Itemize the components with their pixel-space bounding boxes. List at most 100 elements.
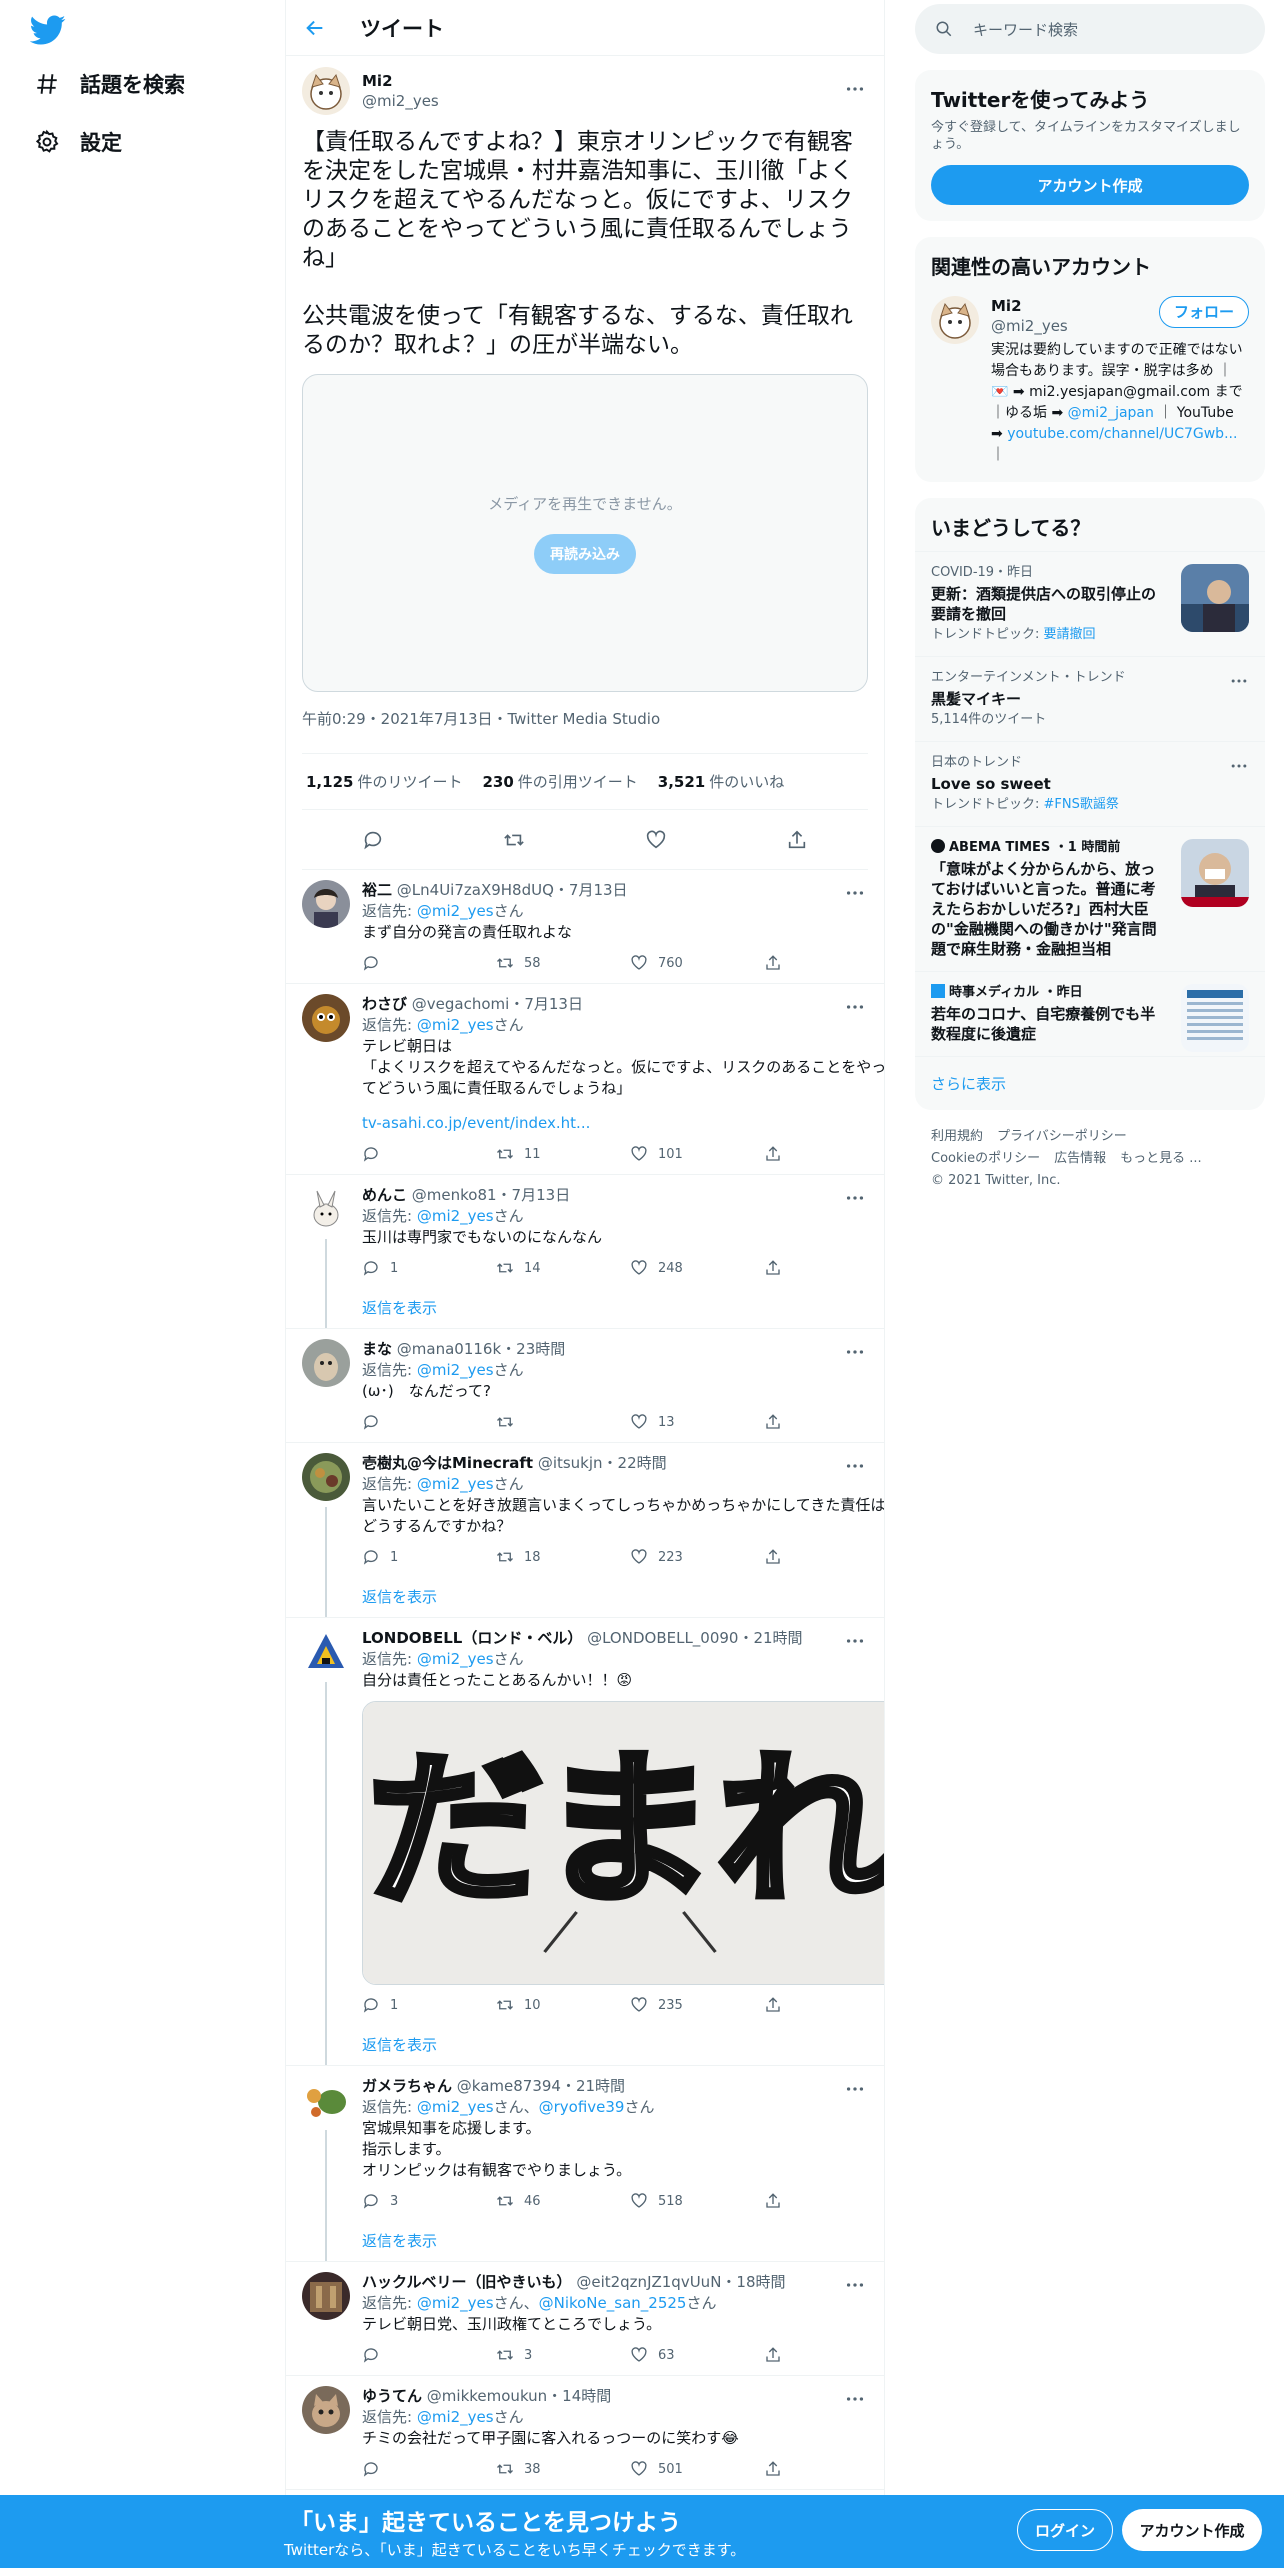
- reply-tweet[interactable]: ハックルベリー（旧やきいも） @eit2qznJZ1qvUuN・18時間 返信先:…: [286, 2262, 884, 2376]
- like-icon[interactable]: [630, 1996, 648, 2014]
- nav-settings[interactable]: 設定: [34, 117, 122, 167]
- like-button[interactable]: 501: [630, 2459, 764, 2480]
- reply-to-mention[interactable]: @mi2_yes: [417, 1475, 494, 1493]
- avatar[interactable]: [302, 880, 350, 928]
- bio-link-account[interactable]: @mi2_japan: [1068, 405, 1154, 421]
- like-icon[interactable]: [630, 954, 648, 972]
- retweet-button[interactable]: 58: [496, 953, 630, 974]
- more-options-icon[interactable]: [844, 2388, 866, 2410]
- trend-item[interactable]: エンターテインメント・トレンド 黒髪マイキー 5,114件のツイート: [915, 657, 1265, 742]
- reply-to-mention[interactable]: @mi2_yes: [417, 1016, 494, 1034]
- like-button[interactable]: 63: [630, 2345, 764, 2366]
- reply-tweet[interactable]: わさび @vegachomi・7月13日 返信先: @mi2_yesさん テレビ朝日…: [286, 984, 884, 1175]
- reply-button[interactable]: [362, 2346, 496, 2364]
- reply-button[interactable]: [362, 2460, 496, 2478]
- like-button[interactable]: 13: [630, 1412, 764, 1433]
- like-button[interactable]: 760: [630, 953, 764, 974]
- share-button[interactable]: [764, 1145, 884, 1163]
- avatar[interactable]: [302, 1339, 350, 1387]
- like-icon[interactable]: [630, 1548, 648, 1566]
- share-button[interactable]: [764, 1548, 884, 1566]
- avatar[interactable]: [302, 1185, 350, 1233]
- reply-author-name[interactable]: ハックルベリー（旧やきいも）: [362, 2273, 572, 2291]
- trend-item[interactable]: COVID-19・昨日 更新：酒類提供店への取引停止の要請を撤回 トレンドトピッ…: [915, 552, 1265, 657]
- like-button[interactable]: 235: [630, 1995, 764, 2016]
- retweet-button[interactable]: 10: [496, 1995, 630, 2016]
- reply-tweet[interactable]: 裕二 @Ln4Ui7zaX9H8dUQ・7月13日 返信先: @mi2_yesさん…: [286, 870, 884, 984]
- like-icon[interactable]: [630, 1413, 648, 1431]
- reply-author-handle[interactable]: @eit2qznJZ1qvUuN・18時間: [576, 2273, 785, 2291]
- avatar[interactable]: [302, 1628, 350, 1676]
- reply-button[interactable]: 1: [362, 1258, 496, 1279]
- like-icon[interactable]: [630, 2346, 648, 2364]
- reply-tweet[interactable]: 壱樹丸@今はMinecraft @itsukjn・22時間 返信先: @mi2_y…: [286, 1443, 884, 1618]
- reply-tweet[interactable]: ガメラちゃん @kame87394・21時間 返信先: @mi2_yesさん、@r…: [286, 2066, 884, 2262]
- cookie-link[interactable]: Cookieのポリシー: [931, 1151, 1040, 1166]
- more-options-icon[interactable]: [1229, 671, 1249, 691]
- like-button[interactable]: 223: [630, 1547, 764, 1568]
- retweet-button[interactable]: 3: [496, 2345, 630, 2366]
- media-player[interactable]: メディアを再生できません。 再読み込み: [302, 374, 868, 692]
- share-icon[interactable]: [764, 1548, 782, 1566]
- more-options-icon[interactable]: [844, 1455, 866, 1477]
- reply-button[interactable]: 3: [362, 2191, 496, 2212]
- trend-item[interactable]: ABEMA TIMES ・1 時間前 「意味がよく分からんから、放っておけばいい…: [915, 827, 1265, 972]
- search-box[interactable]: キーワード検索: [915, 4, 1265, 54]
- reply-author-handle[interactable]: @mana0116k・23時間: [397, 1340, 565, 1358]
- retweet-button[interactable]: 14: [496, 1258, 630, 1279]
- retweet-icon[interactable]: [496, 1996, 514, 2014]
- more-options-icon[interactable]: [844, 1187, 866, 1209]
- reply-author-name[interactable]: めんこ: [362, 1186, 407, 1204]
- avatar[interactable]: [302, 67, 350, 115]
- avatar[interactable]: [302, 1453, 350, 1501]
- reply-icon[interactable]: [362, 1996, 380, 2014]
- show-replies-link[interactable]: 返信を表示: [362, 2025, 884, 2065]
- more-options-icon[interactable]: [844, 1630, 866, 1652]
- reply-author-name[interactable]: LONDOBELL（ロンド・ベル）: [362, 1629, 582, 1647]
- share-button[interactable]: [764, 1996, 884, 2014]
- bottom-create-account-button[interactable]: アカウント作成: [1122, 2509, 1262, 2551]
- likes-stat[interactable]: 3,521 件のいいね: [658, 771, 784, 792]
- create-account-button[interactable]: アカウント作成: [931, 165, 1249, 205]
- share-icon[interactable]: [764, 1145, 782, 1163]
- reply-icon[interactable]: [362, 2192, 380, 2210]
- reply-tweet[interactable]: LONDOBELL（ロンド・ベル） @LONDOBELL_0090・21時間 返信…: [286, 1618, 884, 2066]
- reply-author-handle[interactable]: @itsukjn・22時間: [538, 1454, 667, 1472]
- avatar[interactable]: [302, 2076, 350, 2124]
- retweet-icon[interactable]: [496, 2192, 514, 2210]
- like-button[interactable]: 101: [630, 1144, 764, 1165]
- more-options-icon[interactable]: [844, 882, 866, 904]
- reply-author-handle[interactable]: @kame87394・21時間: [457, 2077, 625, 2095]
- avatar[interactable]: [302, 2386, 350, 2434]
- share-button[interactable]: [764, 2460, 884, 2478]
- reply-image[interactable]: だまれ: [362, 1701, 884, 1985]
- share-button[interactable]: [764, 954, 884, 972]
- reply-to-mention[interactable]: @mi2_yes: [417, 2098, 494, 2116]
- retweets-stat[interactable]: 1,125 件のリツイート: [306, 771, 462, 792]
- nav-explore[interactable]: 話題を検索: [34, 59, 185, 109]
- avatar[interactable]: [931, 296, 979, 344]
- search-input[interactable]: キーワード検索: [973, 19, 1078, 40]
- reply-author-name[interactable]: ガメラちゃん: [362, 2077, 452, 2095]
- trend-item[interactable]: 時事メディカル ・昨日 若年のコロナ、自宅療養例でも半数程度に後遺症: [915, 972, 1265, 1057]
- reply-author-name[interactable]: 壱樹丸@今はMinecraft: [362, 1454, 533, 1472]
- reply-author-name[interactable]: 裕二: [362, 881, 392, 899]
- quotes-stat[interactable]: 230 件の引用ツイート: [482, 771, 637, 792]
- privacy-link[interactable]: プライバシーポリシー: [997, 1129, 1127, 1144]
- reply-to-mention[interactable]: @mi2_yes: [417, 2294, 494, 2312]
- reply-author-handle[interactable]: @menko81・7月13日: [412, 1186, 570, 1204]
- share-button[interactable]: [764, 1413, 884, 1431]
- reply-button[interactable]: 1: [362, 1995, 496, 2016]
- reply-author-handle[interactable]: @mikkemoukun・14時間: [427, 2387, 611, 2405]
- reply-to-mention[interactable]: @mi2_yes: [417, 2408, 494, 2426]
- more-options-icon[interactable]: [844, 2078, 866, 2100]
- reply-tweet[interactable]: ゆうてん @mikkemoukun・14時間 返信先: @mi2_yesさん チミの…: [286, 2376, 884, 2490]
- show-replies-link[interactable]: 返信を表示: [362, 1577, 884, 1617]
- reload-button[interactable]: 再読み込み: [534, 533, 636, 574]
- show-more-link[interactable]: さらに表示: [915, 1057, 1265, 1110]
- more-options-icon[interactable]: [844, 996, 866, 1018]
- more-options-icon[interactable]: [844, 1341, 866, 1363]
- retweet-button[interactable]: [496, 1413, 630, 1431]
- retweet-icon[interactable]: [496, 2346, 514, 2364]
- like-icon[interactable]: [630, 2460, 648, 2478]
